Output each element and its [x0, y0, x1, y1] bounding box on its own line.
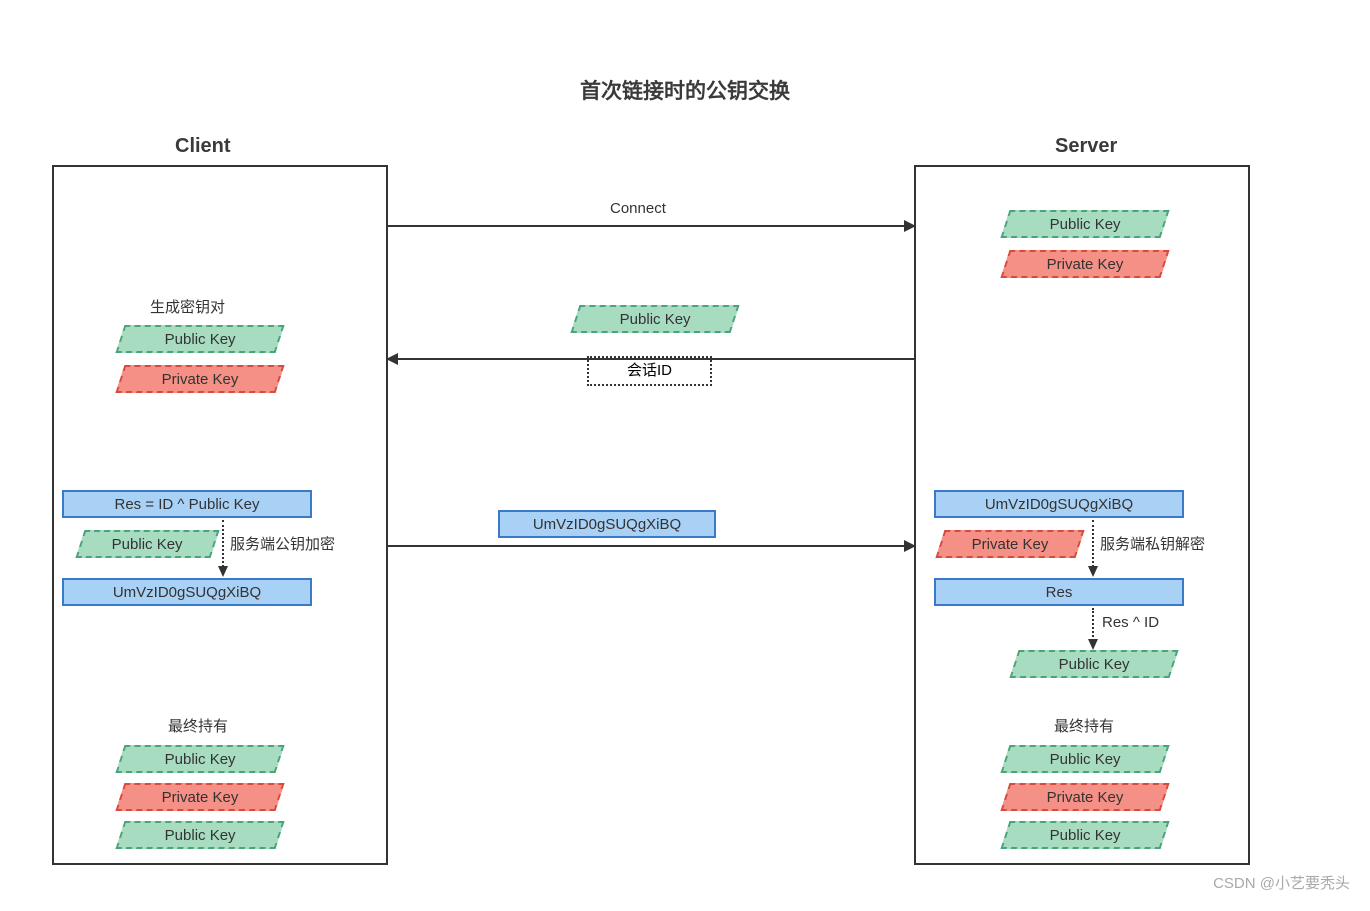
client-final-priv: Private Key: [115, 783, 284, 811]
client-private-key: Private Key: [115, 365, 284, 393]
server-private-key: Private Key: [1000, 250, 1169, 278]
client-encrypt-arrow: [222, 520, 224, 575]
derived-public-key: Public Key: [1009, 650, 1178, 678]
res-xor-arrow: [1092, 608, 1094, 648]
server-encoded-box: UmVzID0gSUQgXiBQ: [934, 490, 1184, 518]
server-final-pub2: Public Key: [1000, 821, 1169, 849]
encrypt-label: 服务端公钥加密: [230, 533, 335, 554]
session-id: 会话ID: [587, 356, 712, 386]
server-decrypt-arrow: [1092, 520, 1094, 575]
client-public-key: Public Key: [115, 325, 284, 353]
client-final-pub1: Public Key: [115, 745, 284, 773]
server-to-client-arrow: [388, 358, 914, 360]
client-to-server-arrow: [388, 545, 914, 547]
client-label: Client: [175, 135, 231, 158]
client-final-pub2: Public Key: [115, 821, 284, 849]
res-xor-label: Res ^ ID: [1102, 614, 1159, 631]
diagram-title: 首次链接时的公钥交换: [0, 75, 1370, 105]
connect-label: Connect: [610, 200, 666, 217]
watermark: CSDN @小艺要秃头: [1213, 872, 1350, 893]
sent-public-key: Public Key: [570, 305, 739, 333]
client-encoded-box: UmVzID0gSUQgXiBQ: [62, 578, 312, 606]
decrypt-label: 服务端私钥解密: [1100, 533, 1205, 554]
res-box: Res: [934, 578, 1184, 606]
connect-arrow: [388, 225, 914, 227]
server-public-key: Public Key: [1000, 210, 1169, 238]
gen-keypair-label: 生成密钥对: [150, 296, 225, 317]
server-final-priv: Private Key: [1000, 783, 1169, 811]
server-final-label: 最终持有: [1054, 715, 1114, 736]
encrypt-public-key: Public Key: [75, 530, 219, 558]
client-final-label: 最终持有: [168, 715, 228, 736]
server-label: Server: [1055, 135, 1117, 158]
res-formula-box: Res = ID ^ Public Key: [62, 490, 312, 518]
decrypt-private-key: Private Key: [935, 530, 1084, 558]
server-final-pub1: Public Key: [1000, 745, 1169, 773]
middle-encoded-box: UmVzID0gSUQgXiBQ: [498, 510, 716, 538]
